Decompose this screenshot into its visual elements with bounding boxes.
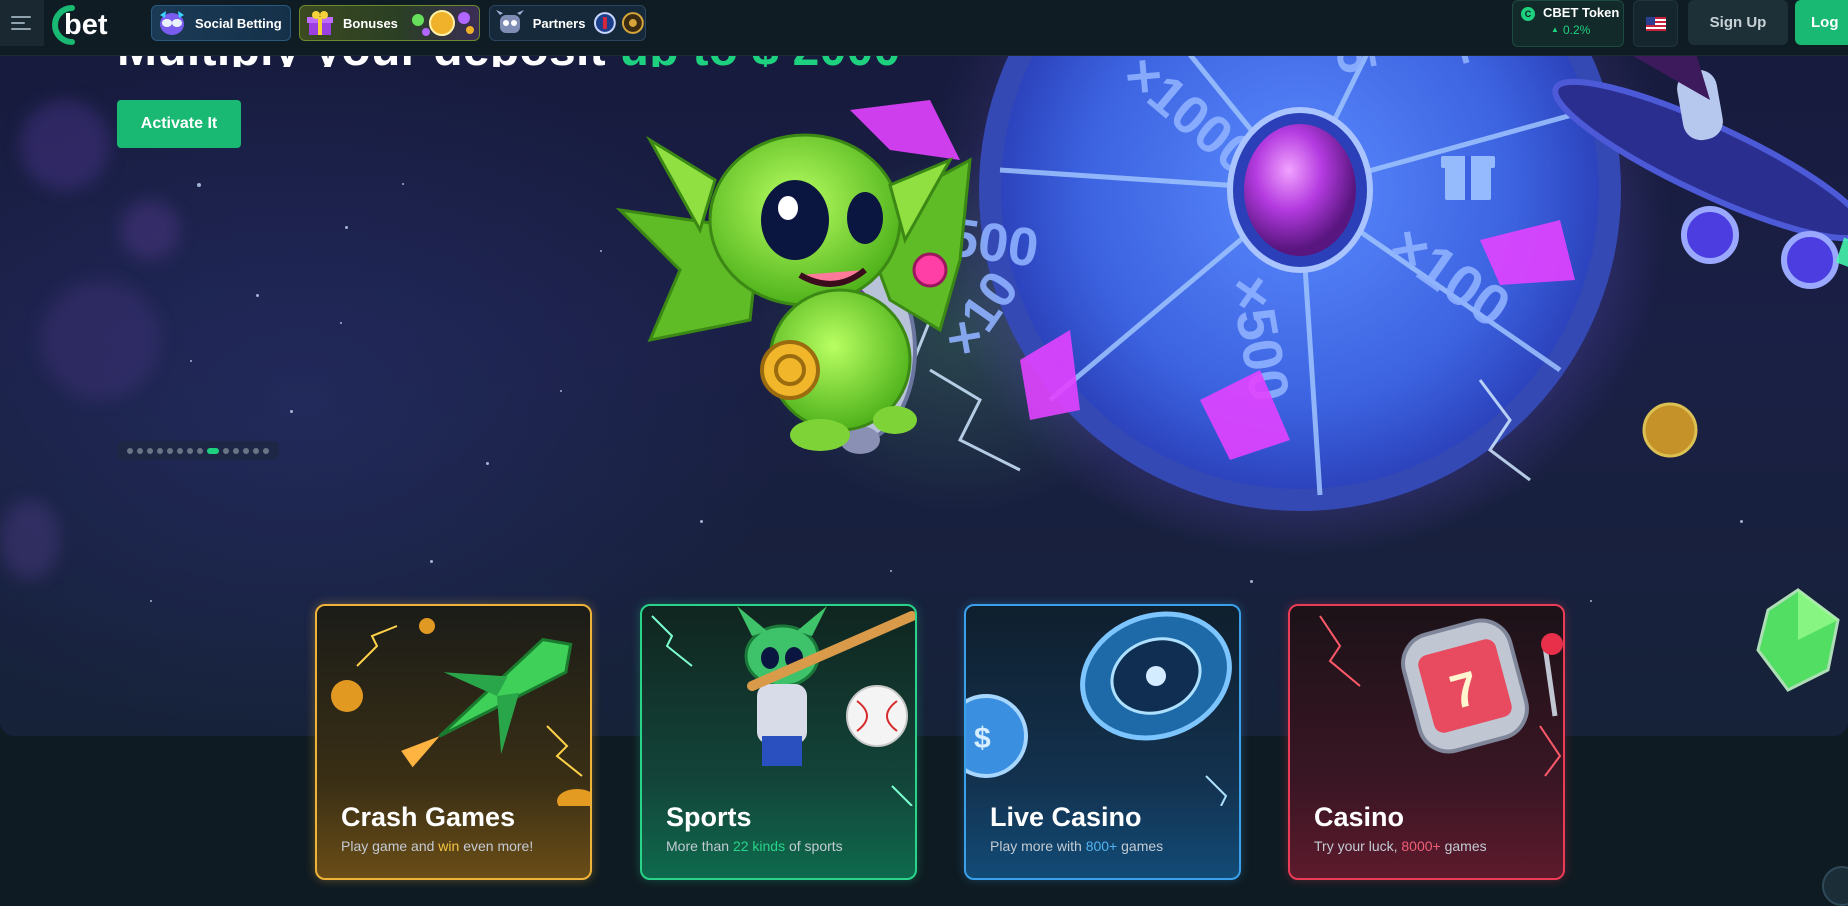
bonuses-button[interactable]: Bonuses <box>299 5 480 41</box>
card-subtitle-text: even more! <box>459 838 534 854</box>
psg-crest-icon <box>594 12 617 34</box>
gift-box-icon <box>303 8 337 38</box>
carousel-dot[interactable] <box>157 447 163 454</box>
top-navigation-bar: bet Social Betting Bonuses Partners C CB… <box>0 0 1848 56</box>
carousel-dot[interactable] <box>137 447 143 454</box>
partners-button[interactable]: Partners <box>489 5 646 41</box>
card-title: Live Casino <box>990 802 1142 832</box>
roulette-wheel-icon: $ <box>966 611 1232 806</box>
hero-banner: ×1000 ×5 ×100 ×500 ×10 ×100 ×500 <box>0 0 1848 736</box>
carousel-dot[interactable] <box>233 447 239 454</box>
card-subtitle-text: More than <box>666 838 733 854</box>
cbet-token-widget[interactable]: C CBET Token ▲ 0.2% <box>1512 0 1624 47</box>
svg-text:bet: bet <box>64 9 108 41</box>
carousel-dot[interactable] <box>167 447 173 454</box>
cbet-token-icon: C <box>1521 7 1535 21</box>
token-name: CBET Token <box>1543 5 1620 20</box>
carousel-dot-active[interactable] <box>207 447 219 454</box>
card-subtitle-highlight: 800+ <box>1085 838 1118 854</box>
card-subtitle-highlight: 22 kinds <box>732 838 786 854</box>
star <box>560 390 562 392</box>
alien-baseball-icon <box>651 606 915 806</box>
card-subtitle: More than 22 kinds of sports <box>666 838 843 854</box>
carousel-dot[interactable] <box>197 447 203 454</box>
star <box>150 600 152 602</box>
activate-it-button[interactable]: Activate It <box>117 100 241 148</box>
hamburger-menu-button[interactable] <box>0 0 44 46</box>
card-subtitle-highlight: win <box>438 838 460 854</box>
carousel-dot[interactable] <box>243 447 249 454</box>
green-gem-decoration <box>1756 588 1840 692</box>
star <box>430 560 433 563</box>
us-flag-icon <box>1645 16 1666 31</box>
card-subtitle: Play more with 800+ games <box>990 838 1163 854</box>
sports-card[interactable]: Sports More than 22 kinds of sports <box>640 604 917 880</box>
star <box>290 410 293 413</box>
live-casino-card[interactable]: $ Live Casino Play more with 800+ games <box>964 604 1241 880</box>
card-subtitle-text: of sports <box>785 838 843 854</box>
card-subtitle-text: Play more with <box>990 838 1086 854</box>
log-in-button[interactable]: Log <box>1795 0 1848 45</box>
sign-up-button[interactable]: Sign Up <box>1688 0 1788 45</box>
card-title: Sports <box>666 802 752 832</box>
svg-text:$: $ <box>974 722 991 755</box>
star <box>256 294 259 297</box>
social-betting-label: Social Betting <box>195 15 282 31</box>
nebula-decoration <box>0 500 60 580</box>
language-selector[interactable] <box>1633 0 1678 47</box>
carousel-pagination <box>117 441 279 460</box>
dragon-wheel-illustration: ×1000 ×5 ×100 ×500 ×10 ×100 ×500 <box>615 40 1848 560</box>
coins-decoration-icon <box>411 10 474 36</box>
chat-support-icon[interactable] <box>1822 866 1848 906</box>
card-subtitle-text: games <box>1117 838 1164 854</box>
carousel-dot[interactable] <box>147 447 153 454</box>
nebula-decoration <box>20 100 110 190</box>
partners-label: Partners <box>532 15 586 31</box>
card-subtitle-text: Play game and <box>341 838 439 854</box>
nebula-decoration <box>40 280 160 400</box>
robot-mascot-icon <box>493 8 527 38</box>
card-subtitle-highlight: 8000+ <box>1401 838 1441 854</box>
card-subtitle: Play game and win even more! <box>341 838 533 854</box>
star <box>1590 600 1592 602</box>
star <box>345 226 348 229</box>
club-crest-icon <box>622 12 645 34</box>
carousel-dot[interactable] <box>253 447 259 454</box>
star <box>190 360 192 362</box>
carousel-dot[interactable] <box>127 447 133 454</box>
nebula-decoration <box>120 200 180 260</box>
carousel-dot[interactable] <box>187 447 193 454</box>
cbet-logo[interactable]: bet <box>50 2 124 46</box>
star <box>486 462 489 465</box>
card-title: Crash Games <box>341 802 516 832</box>
bonuses-label: Bonuses <box>343 15 398 31</box>
rocket-jet-icon <box>331 618 590 806</box>
token-change: 0.2% <box>1563 23 1591 37</box>
carousel-dot[interactable] <box>177 447 183 454</box>
card-subtitle: Try your luck, 8000+ games <box>1314 838 1487 854</box>
card-subtitle-text: games <box>1440 838 1487 854</box>
carousel-dot[interactable] <box>263 447 269 454</box>
star <box>340 322 342 324</box>
slot-machine-icon: 7 <box>1319 615 1563 777</box>
hamburger-menu-icon <box>11 16 31 30</box>
card-title: Casino <box>1314 802 1405 832</box>
star <box>402 183 404 185</box>
carousel-dot[interactable] <box>223 447 229 454</box>
crash-games-card[interactable]: Crash Games Play game and win even more! <box>315 604 592 880</box>
casino-card[interactable]: 7 Casino Try your luck, 8000+ games <box>1288 604 1565 880</box>
alien-mask-icon <box>155 8 189 38</box>
up-arrow-icon: ▲ <box>1551 25 1559 34</box>
card-subtitle-text: Try your luck, <box>1314 838 1402 854</box>
star <box>197 183 201 187</box>
social-betting-button[interactable]: Social Betting <box>151 5 291 41</box>
